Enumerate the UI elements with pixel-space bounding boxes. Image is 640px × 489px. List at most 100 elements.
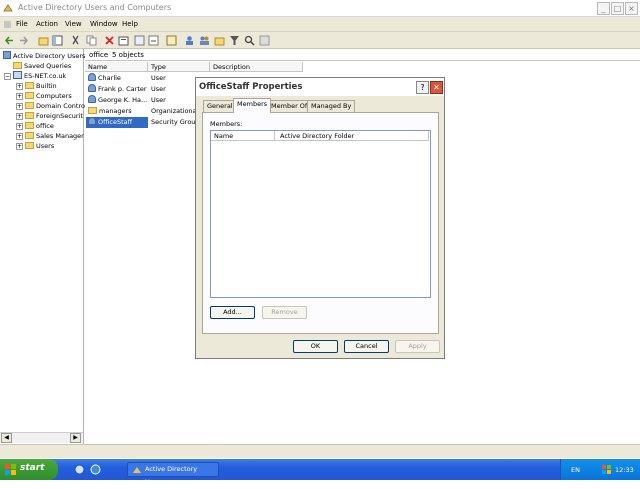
tab-members[interactable]: Members	[233, 98, 272, 113]
tree-item-sales-manager[interactable]: Sales Manager	[25, 131, 84, 141]
toolbar	[0, 32, 640, 49]
tree-item-foreign-security[interactable]: ForeignSecurit	[25, 111, 83, 121]
menu-file[interactable]: File	[16, 20, 28, 28]
tab-member-of[interactable]: Member Of	[267, 100, 312, 112]
back-icon[interactable]	[4, 35, 15, 46]
expand-toggle[interactable]: +	[16, 93, 23, 100]
tree-item-label: Builtin	[36, 82, 57, 90]
list-item[interactable]: managers	[88, 106, 132, 117]
tree-item-label: office	[36, 122, 54, 130]
apply-button[interactable]: Apply	[395, 340, 440, 353]
filter-icon[interactable]	[229, 35, 240, 46]
ou-folder-icon	[88, 107, 97, 114]
group-icon	[88, 117, 96, 125]
status-bar	[0, 444, 640, 458]
system-tray: EN 12:33	[560, 459, 640, 480]
column-header-name[interactable]: Name	[85, 62, 148, 72]
add-button[interactable]: Add...	[210, 306, 255, 319]
taskbar-active-directory-button[interactable]: Active Directory User...	[127, 462, 219, 486]
list-item[interactable]: Charlie	[88, 73, 121, 84]
expand-toggle[interactable]: +	[16, 113, 23, 120]
tree-item-label: Users	[36, 142, 55, 150]
dialog-help-button[interactable]: ?	[416, 81, 429, 94]
tree-item-domain-controllers[interactable]: Domain Contro	[25, 101, 85, 111]
tree-item-users[interactable]: Users	[25, 141, 54, 151]
active-directory-icon	[133, 467, 141, 473]
tree-horizontal-scrollbar[interactable]: ◀ ▶	[0, 432, 83, 443]
help-icon[interactable]	[166, 35, 177, 46]
maximize-button[interactable]: □	[611, 2, 624, 15]
item-name: George K. Ha...	[98, 96, 148, 104]
quicklaunch-explorer-icon[interactable]	[74, 464, 85, 475]
item-type: Organizational	[151, 107, 199, 115]
list-count: 5 objects	[112, 51, 144, 59]
new-group-icon[interactable]	[199, 35, 210, 46]
up-icon[interactable]	[38, 35, 49, 46]
tree-item-label: Sales Manager	[36, 132, 84, 140]
copy-icon[interactable]	[86, 35, 97, 46]
list-item[interactable]: Frank p. Carter	[88, 84, 147, 95]
cut-icon[interactable]	[70, 35, 81, 46]
show-console-tree-icon[interactable]	[52, 35, 63, 46]
main-title-bar: Active Directory Users and Computers _ □…	[0, 0, 640, 17]
expand-toggle[interactable]: +	[16, 133, 23, 140]
taskbar-task-label: Active Directory User...	[145, 465, 198, 486]
network-icon[interactable]	[602, 465, 611, 474]
collapse-toggle[interactable]: −	[4, 73, 11, 80]
quicklaunch-ie-icon[interactable]	[90, 464, 101, 475]
ok-button[interactable]: OK	[293, 340, 338, 353]
tab-general[interactable]: General	[203, 100, 237, 112]
menu-action[interactable]: Action	[36, 20, 58, 28]
find-icon[interactable]	[244, 35, 255, 46]
column-header-description[interactable]: Description	[210, 62, 303, 72]
new-user-icon[interactable]	[184, 35, 195, 46]
refresh-icon[interactable]	[134, 35, 145, 46]
tree-item-root[interactable]: Active Directory Users	[3, 51, 85, 61]
expand-toggle[interactable]: +	[16, 143, 23, 150]
menu-window[interactable]: Window	[90, 20, 118, 28]
dialog-close-button[interactable]: ✕	[430, 81, 443, 94]
folder-icon	[25, 112, 34, 119]
minimize-button[interactable]: _	[597, 2, 610, 15]
add-to-group-icon[interactable]	[259, 35, 270, 46]
members-tab-panel: Members: Name Active Directory Folder Ad…	[202, 112, 439, 334]
start-button[interactable]: start	[0, 459, 58, 480]
tree-item-computers[interactable]: Computers	[25, 91, 72, 101]
language-indicator[interactable]: EN	[571, 466, 580, 474]
ad-root-icon	[3, 51, 11, 59]
properties-icon[interactable]	[118, 35, 129, 46]
tree-item-domain[interactable]: ES-NET.co.uk	[13, 71, 66, 81]
members-column-folder[interactable]: Active Directory Folder	[275, 131, 429, 141]
scroll-left-icon[interactable]: ◀	[1, 433, 12, 443]
members-list[interactable]: Name Active Directory Folder	[210, 130, 431, 298]
members-column-name[interactable]: Name	[211, 131, 275, 141]
tree-item-office[interactable]: office	[25, 121, 54, 131]
forward-icon[interactable]	[18, 35, 29, 46]
expand-toggle[interactable]: +	[16, 123, 23, 130]
expand-toggle[interactable]: +	[16, 103, 23, 110]
tree-item-builtin[interactable]: Builtin	[25, 81, 57, 91]
menu-view[interactable]: View	[65, 20, 82, 28]
scroll-right-icon[interactable]: ▶	[70, 433, 81, 443]
list-item-selected[interactable]: OfficeStaff	[86, 117, 148, 128]
item-type: User	[151, 74, 166, 82]
active-directory-icon	[3, 4, 13, 12]
expand-toggle[interactable]: +	[16, 83, 23, 90]
export-icon[interactable]	[148, 35, 159, 46]
column-header-type[interactable]: Type	[148, 62, 210, 72]
menu-help[interactable]: Help	[122, 20, 138, 28]
delete-icon[interactable]	[104, 35, 115, 46]
item-type: Security Group	[151, 118, 200, 126]
cancel-button[interactable]: Cancel	[344, 340, 389, 353]
tab-managed-by[interactable]: Managed By	[307, 100, 356, 112]
list-item[interactable]: George K. Ha...	[88, 95, 147, 106]
system-menu-icon[interactable]	[3, 20, 12, 29]
user-icon	[88, 95, 96, 103]
new-ou-icon[interactable]	[214, 35, 225, 46]
remove-button[interactable]: Remove	[262, 306, 307, 319]
windows-logo-icon	[5, 464, 16, 475]
tree-item-label: Computers	[36, 92, 72, 100]
item-name: Charlie	[98, 74, 121, 82]
close-window-button[interactable]: ×	[625, 2, 638, 15]
tree-item-saved-queries[interactable]: Saved Queries	[13, 61, 71, 71]
